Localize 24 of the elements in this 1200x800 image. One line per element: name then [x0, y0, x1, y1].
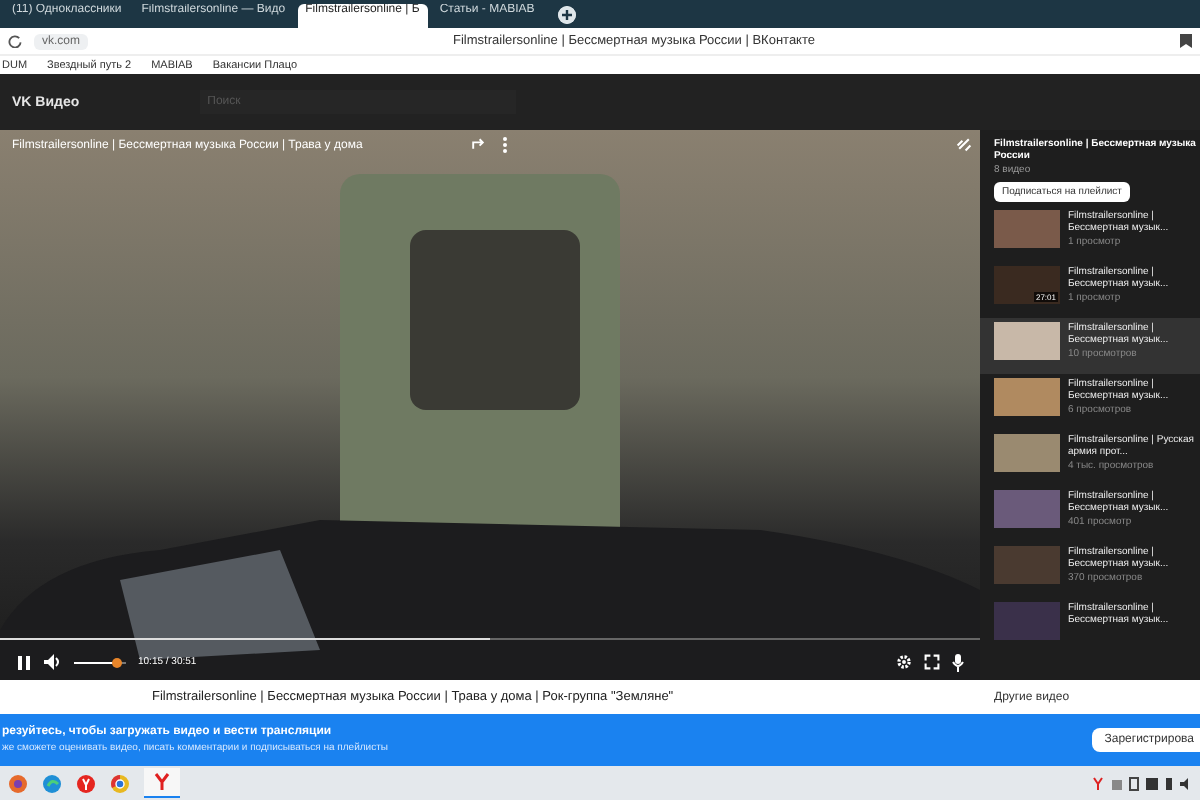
fullscreen-icon[interactable]: [924, 654, 940, 670]
bookmark-icon[interactable]: [1180, 34, 1192, 48]
browser-icon[interactable]: [8, 773, 28, 793]
new-tab-icon[interactable]: [558, 6, 577, 24]
video-thumbnail[interactable]: [994, 378, 1060, 416]
video-thumbnail[interactable]: [994, 546, 1060, 584]
browser-icon[interactable]: [76, 773, 96, 793]
pause-icon[interactable]: [16, 653, 32, 671]
video-thumbnail[interactable]: [994, 322, 1060, 360]
browser-icon[interactable]: [144, 768, 180, 798]
settings-icon[interactable]: [896, 654, 912, 670]
video-thumbnail[interactable]: [994, 602, 1060, 640]
browser-icon[interactable]: [42, 773, 62, 793]
share-icon[interactable]: [470, 136, 486, 152]
video-thumbnail[interactable]: [994, 210, 1060, 248]
video-thumbnail[interactable]: [994, 490, 1060, 528]
browser-icon[interactable]: [110, 773, 130, 793]
reload-icon[interactable]: [8, 34, 22, 48]
tray-icons-drawing[interactable]: [1092, 775, 1192, 791]
more-icon[interactable]: [502, 136, 508, 154]
video-thumbnail[interactable]: [994, 434, 1060, 472]
volume-icon[interactable]: [44, 654, 62, 670]
link-icon[interactable]: [956, 136, 972, 152]
microphone-icon[interactable]: [952, 653, 964, 671]
